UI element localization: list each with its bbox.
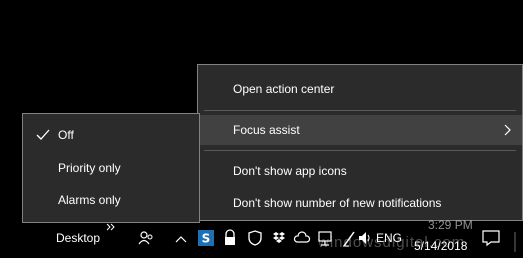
focus-priority-only-item[interactable]: Priority only [23,153,199,183]
focus-assist-item[interactable]: Focus assist [198,115,522,145]
chevron-right-icon [502,115,512,145]
clock-time[interactable]: 3:29 PM [428,218,473,232]
svg-text:S: S [202,232,211,246]
dropbox-icon[interactable] [272,231,286,245]
show-desktop-button[interactable] [514,232,520,252]
focus-off-item[interactable]: Off [23,120,199,150]
s-app-tray-icon[interactable]: S [198,230,214,246]
focus-priority-only-label: Priority only [58,161,121,175]
menu-separator [204,110,516,111]
chevron-up-icon[interactable] [175,234,187,244]
watermark-text: windowsdigital.com [318,234,466,251]
menu-separator [204,150,516,151]
dont-show-notification-count-label: Don't show number of new notifications [233,196,442,210]
focus-assist-label: Focus assist [233,123,300,137]
taskbar: Desktop S ENG 3:29 PM 5/14/2018 windowsd… [0,218,523,258]
focus-off-label: Off [58,128,74,142]
toolbar-expand-icon[interactable] [106,222,116,232]
dont-show-notification-count-item[interactable]: Don't show number of new notifications [198,188,522,218]
checkmark-icon [35,120,51,150]
focus-alarms-only-item[interactable]: Alarms only [23,185,199,215]
shield-icon[interactable] [248,230,262,246]
dont-show-app-icons-item[interactable]: Don't show app icons [198,156,522,186]
people-icon[interactable] [138,230,154,246]
action-center-icon[interactable] [482,229,500,247]
focus-assist-submenu: Off Priority only Alarms only [22,113,200,223]
tray-context-menu: Open action center Focus assist Don't sh… [197,64,523,221]
security-lock-icon[interactable] [223,229,237,247]
desktop-toolbar-label[interactable]: Desktop [56,231,100,245]
open-action-center-label: Open action center [233,82,335,96]
open-action-center-item[interactable]: Open action center [198,74,522,104]
focus-alarms-only-label: Alarms only [58,193,121,207]
dont-show-app-icons-label: Don't show app icons [233,164,347,178]
onedrive-cloud-icon[interactable] [293,231,311,245]
